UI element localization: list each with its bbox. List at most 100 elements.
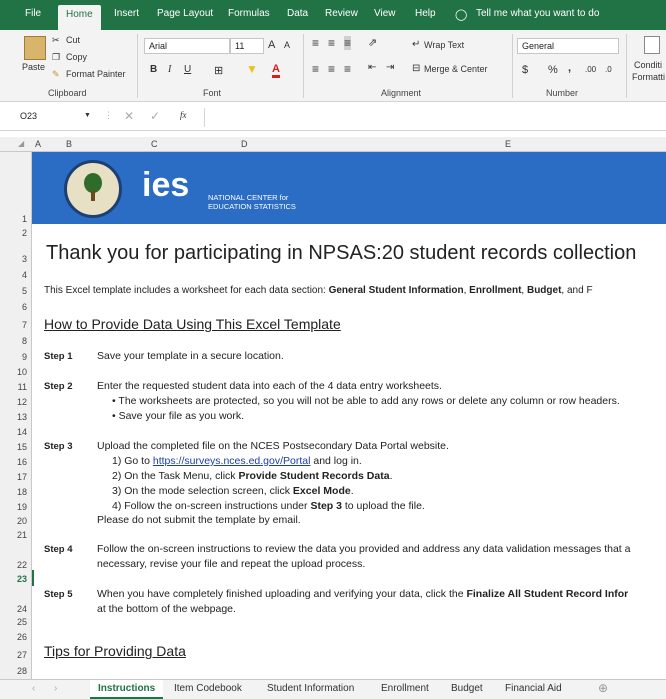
align-middle-icon[interactable]: ≡ [328, 36, 335, 50]
borders-icon[interactable]: ⊞ [214, 64, 223, 77]
row-header[interactable]: 17 [17, 472, 27, 482]
align-left-icon[interactable]: ≡ [312, 62, 319, 76]
grow-font-button[interactable]: A [268, 39, 275, 51]
row-header[interactable]: 8 [22, 336, 27, 346]
cut-button[interactable]: Cut [66, 35, 80, 45]
insert-function-button[interactable]: fx [180, 110, 187, 120]
tab-home[interactable]: Home [58, 5, 101, 30]
font-color-icon[interactable]: A [272, 63, 280, 78]
currency-button[interactable]: $ [522, 64, 528, 76]
tell-me-search[interactable]: Tell me what you want to do [476, 8, 599, 19]
comma-button[interactable]: , [568, 62, 571, 74]
row-header[interactable]: 24 [17, 604, 27, 614]
select-all-icon[interactable]: ◢ [18, 139, 24, 148]
row-header[interactable]: 3 [22, 254, 27, 264]
wrap-text-icon[interactable]: ↵ [412, 39, 420, 50]
merge-center-button[interactable]: Merge & Center [424, 64, 488, 74]
tab-help[interactable]: Help [415, 8, 436, 19]
conditional-formatting-button[interactable]: Conditi [634, 60, 662, 70]
row-header[interactable]: 26 [17, 632, 27, 642]
sheet-tab-enrollment[interactable]: Enrollment [381, 683, 429, 694]
row-header[interactable]: 15 [17, 442, 27, 452]
sheet-tab-item-codebook[interactable]: Item Codebook [174, 683, 242, 694]
decrease-decimal-icon[interactable]: .0 [605, 65, 612, 74]
column-header-c[interactable]: C [151, 139, 158, 149]
conditional-formatting-icon[interactable] [644, 36, 660, 54]
formula-input[interactable] [204, 108, 666, 127]
tab-review[interactable]: Review [325, 8, 358, 19]
row-header[interactable]: 12 [17, 397, 27, 407]
sheet-tab-financial-aid[interactable]: Financial Aid [505, 683, 562, 694]
portal-link[interactable]: https://surveys.nces.ed.gov/Portal [153, 455, 311, 467]
row-header[interactable]: 5 [22, 286, 27, 296]
align-center-icon[interactable]: ≡ [328, 62, 335, 76]
row-header[interactable]: 9 [22, 352, 27, 362]
row-header[interactable]: 13 [17, 412, 27, 422]
row-header[interactable]: 6 [22, 302, 27, 312]
font-name-select[interactable]: Arial [144, 38, 230, 54]
row-header[interactable]: 27 [17, 650, 27, 660]
worksheet-grid[interactable]: ies NATIONAL CENTER for EDUCATION STATIS… [32, 152, 666, 679]
font-size-select[interactable]: 11 [230, 38, 264, 54]
add-sheet-icon[interactable]: ⊕ [598, 681, 608, 695]
percent-button[interactable]: % [548, 64, 558, 76]
merge-center-icon[interactable]: ⊟ [412, 63, 420, 74]
row-header-selected[interactable]: 23 [17, 574, 27, 584]
align-right-icon[interactable]: ≡ [344, 62, 351, 76]
cancel-icon[interactable]: ✕ [124, 109, 134, 123]
row-header[interactable]: 7 [22, 320, 27, 330]
format-painter-button[interactable]: Format Painter [66, 69, 126, 79]
row-header[interactable]: 19 [17, 502, 27, 512]
orientation-icon[interactable]: ⇗ [368, 36, 377, 49]
italic-button[interactable]: I [168, 64, 171, 75]
column-header-b[interactable]: B [66, 139, 72, 149]
row-header[interactable]: 21 [17, 530, 27, 540]
copy-button[interactable]: Copy [66, 52, 87, 62]
number-format-select[interactable]: General [517, 38, 619, 54]
shrink-font-button[interactable]: A [284, 40, 290, 50]
row-header[interactable]: 18 [17, 487, 27, 497]
fill-color-icon[interactable]: ▼ [246, 62, 258, 76]
row-header[interactable]: 25 [17, 617, 27, 627]
column-header-d[interactable]: D [241, 139, 248, 149]
name-box[interactable]: O23 [16, 109, 94, 125]
enter-icon[interactable]: ✓ [150, 109, 160, 123]
copy-icon[interactable]: ❐ [52, 52, 60, 63]
wrap-text-button[interactable]: Wrap Text [424, 40, 464, 50]
column-header-e[interactable]: E [505, 139, 511, 149]
row-header[interactable]: 28 [17, 666, 27, 676]
sheet-tab-instructions[interactable]: Instructions [90, 680, 164, 699]
scroll-right-icon[interactable]: › [54, 683, 57, 694]
chevron-down-icon[interactable]: ▼ [84, 112, 91, 119]
row-header[interactable]: 1 [22, 214, 27, 224]
scroll-left-icon[interactable]: ‹ [32, 683, 35, 694]
scissors-icon[interactable]: ✂ [52, 35, 60, 46]
increase-indent-icon[interactable]: ⇥ [386, 62, 394, 73]
tab-file[interactable]: File [25, 8, 41, 19]
align-bottom-icon[interactable]: ≡ [344, 36, 352, 50]
row-header[interactable]: 20 [17, 516, 27, 526]
row-header[interactable]: 2 [22, 228, 27, 238]
decrease-indent-icon[interactable]: ⇤ [368, 62, 376, 73]
tab-view[interactable]: View [374, 8, 396, 19]
paste-icon[interactable] [24, 36, 46, 60]
row-header[interactable]: 10 [17, 367, 27, 377]
row-header[interactable]: 22 [17, 560, 27, 570]
tab-insert[interactable]: Insert [114, 8, 139, 19]
tab-page-layout[interactable]: Page Layout [157, 8, 213, 19]
paste-button[interactable]: Paste [22, 62, 45, 72]
underline-button[interactable]: U [184, 64, 191, 75]
row-header[interactable]: 14 [17, 427, 27, 437]
sheet-tab-budget[interactable]: Budget [451, 683, 483, 694]
column-header-a[interactable]: A [35, 139, 41, 149]
increase-decimal-icon[interactable]: .00 [585, 65, 596, 74]
tab-formulas[interactable]: Formulas [228, 8, 270, 19]
tab-data[interactable]: Data [287, 8, 308, 19]
align-top-icon[interactable]: ≡ [312, 36, 319, 50]
format-painter-icon[interactable]: ✎ [52, 69, 60, 80]
bold-button[interactable]: B [150, 64, 157, 75]
row-header[interactable]: 4 [22, 270, 27, 280]
row-header[interactable]: 16 [17, 457, 27, 467]
sheet-tab-student-information[interactable]: Student Information [267, 683, 354, 694]
row-header[interactable]: 11 [18, 382, 27, 392]
